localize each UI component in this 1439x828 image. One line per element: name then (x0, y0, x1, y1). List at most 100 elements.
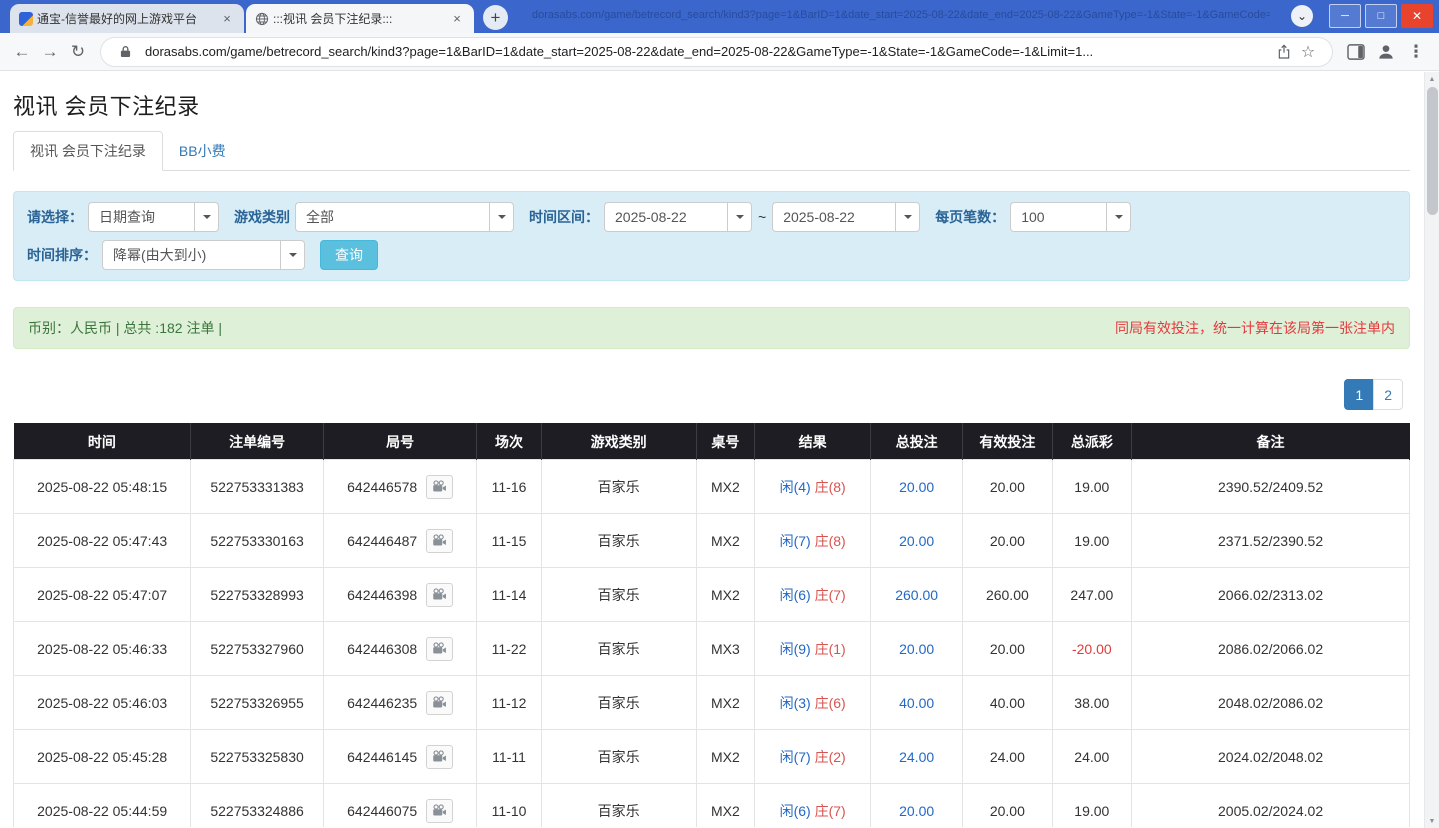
tab1-favicon (19, 12, 33, 26)
share-icon[interactable] (1272, 40, 1296, 64)
column-header-5: 桌号 (696, 424, 755, 460)
page-title: 视讯 会员下注纪录 (13, 71, 1410, 131)
browser-tab-1[interactable]: 通宝-信誉最好的网上游戏平台 × (10, 4, 244, 33)
sort-value[interactable]: 降幂(由大到小) (102, 240, 280, 270)
total-bet-link[interactable]: 20.00 (899, 479, 934, 495)
side-panel-icon[interactable] (1341, 38, 1371, 66)
cell-session: 11-10 (477, 784, 541, 828)
date-end-dropdown-icon[interactable] (895, 202, 920, 232)
column-header-4: 游戏类别 (541, 424, 696, 460)
reload-icon[interactable]: ↻ (64, 38, 92, 66)
query-type-dropdown-icon[interactable] (194, 202, 219, 232)
scrollbar-down-icon[interactable]: ▼ (1425, 814, 1439, 828)
total-bet-link[interactable]: 24.00 (899, 749, 934, 765)
total-bet-link[interactable]: 20.00 (899, 533, 934, 549)
table-row: 2025-08-22 05:47:43522753330163642446487… (14, 514, 1410, 568)
cell-total-bet[interactable]: 24.00 (871, 730, 963, 784)
sort-select[interactable]: 降幂(由大到小) (102, 240, 305, 270)
cell-total-bet[interactable]: 20.00 (871, 460, 963, 514)
table-row: 2025-08-22 05:46:33522753327960642446308… (14, 622, 1410, 676)
back-icon[interactable]: ← (8, 38, 36, 66)
date-start-value[interactable]: 2025-08-22 (604, 202, 727, 232)
replay-video-icon[interactable] (426, 529, 453, 553)
page-button-1[interactable]: 1 (1344, 379, 1374, 410)
column-header-2: 局号 (323, 424, 477, 460)
tab-betrecord[interactable]: 视讯 会员下注纪录 (13, 131, 163, 171)
query-type-select[interactable]: 日期查询 (88, 202, 219, 232)
date-end-value[interactable]: 2025-08-22 (772, 202, 895, 232)
replay-video-icon[interactable] (426, 637, 453, 661)
cell-note: 2024.02/2048.02 (1132, 730, 1410, 784)
scrollbar-thumb[interactable] (1427, 87, 1438, 215)
profile-avatar-icon[interactable] (1371, 38, 1401, 66)
search-button[interactable]: 查询 (320, 240, 378, 270)
close-button[interactable]: ✕ (1401, 4, 1433, 28)
cell-table-no: MX2 (696, 568, 755, 622)
menu-dots-icon[interactable]: ⋮ (1401, 38, 1431, 66)
cell-time: 2025-08-22 05:44:59 (14, 784, 191, 828)
sort-dropdown-icon[interactable] (280, 240, 305, 270)
game-type-value[interactable]: 全部 (295, 202, 489, 232)
game-type-label: 游戏类别 (234, 207, 290, 227)
cell-total-bet[interactable]: 20.00 (871, 514, 963, 568)
cell-total-bet[interactable]: 260.00 (871, 568, 963, 622)
bookmark-star-icon[interactable]: ☆ (1296, 40, 1320, 64)
page-button-2[interactable]: 2 (1373, 379, 1403, 410)
cell-table-no: MX2 (696, 514, 755, 568)
cell-note: 2066.02/2313.02 (1132, 568, 1410, 622)
pagination: 12 (13, 379, 1410, 410)
date-end-select[interactable]: 2025-08-22 (772, 202, 920, 232)
maximize-button[interactable]: □ (1365, 4, 1397, 28)
cell-valid-bet: 40.00 (963, 676, 1052, 730)
cell-note: 2048.02/2086.02 (1132, 676, 1410, 730)
cell-result: 闲(4) 庄(8) (755, 460, 871, 514)
cell-total-bet[interactable]: 40.00 (871, 676, 963, 730)
replay-video-icon[interactable] (426, 799, 453, 823)
page-size-label: 每页笔数： (935, 207, 1005, 227)
round-number: 642446308 (347, 641, 417, 657)
date-range-label: 时间区间： (529, 207, 599, 227)
filter-panel: 请选择： 日期查询 游戏类别 全部 时间区间： 2025-08-22 ~ 202 (13, 191, 1410, 281)
date-start-dropdown-icon[interactable] (727, 202, 752, 232)
cell-round: 642446075 (323, 784, 477, 828)
column-header-7: 总投注 (871, 424, 963, 460)
summary-bar: 币别：人民币 | 总共 :182 注单 | 同局有效投注，统一计算在该局第一张注… (13, 307, 1410, 349)
page-size-dropdown-icon[interactable] (1106, 202, 1131, 232)
cell-bet-id: 522753325830 (191, 730, 324, 784)
summary-total-text: 币别：人民币 | 总共 :182 注单 | (28, 318, 222, 338)
game-type-dropdown-icon[interactable] (489, 202, 514, 232)
replay-video-icon[interactable] (426, 583, 453, 607)
cell-bet-id: 522753327960 (191, 622, 324, 676)
page-size-select[interactable]: 100 (1010, 202, 1131, 232)
result-banker: 庄(6) (815, 695, 846, 711)
cell-valid-bet: 20.00 (963, 784, 1052, 828)
total-bet-link[interactable]: 40.00 (899, 695, 934, 711)
total-bet-link[interactable]: 20.00 (899, 803, 934, 819)
tab2-close-icon[interactable]: × (449, 11, 465, 27)
cell-total-bet[interactable]: 20.00 (871, 784, 963, 828)
globe-icon (255, 12, 269, 26)
query-type-label: 请选择： (27, 207, 83, 227)
minimize-button[interactable]: ─ (1329, 4, 1361, 28)
scrollbar-up-icon[interactable]: ▲ (1425, 72, 1439, 86)
page-scrollbar[interactable]: ▲ ▼ (1424, 72, 1439, 828)
date-start-select[interactable]: 2025-08-22 (604, 202, 752, 232)
replay-video-icon[interactable] (426, 691, 453, 715)
query-type-value[interactable]: 日期查询 (88, 202, 194, 232)
cell-payout: 19.00 (1052, 514, 1132, 568)
chevron-down-icon[interactable]: ⌄ (1291, 5, 1313, 27)
total-bet-link[interactable]: 20.00 (899, 641, 934, 657)
tab1-close-icon[interactable]: × (219, 11, 235, 27)
tab-bb-tip[interactable]: BB小费 (163, 132, 242, 170)
cell-total-bet[interactable]: 20.00 (871, 622, 963, 676)
new-tab-button[interactable]: + (483, 5, 508, 30)
forward-icon[interactable]: → (36, 38, 64, 66)
total-bet-link[interactable]: 260.00 (895, 587, 938, 603)
browser-tab-2[interactable]: :::视讯 会员下注纪录::: × (246, 4, 474, 33)
replay-video-icon[interactable] (426, 475, 453, 499)
cell-session: 11-15 (477, 514, 541, 568)
page-size-value[interactable]: 100 (1010, 202, 1106, 232)
replay-video-icon[interactable] (426, 745, 453, 769)
address-bar[interactable]: dorasabs.com/game/betrecord_search/kind3… (100, 37, 1333, 67)
game-type-select[interactable]: 全部 (295, 202, 514, 232)
